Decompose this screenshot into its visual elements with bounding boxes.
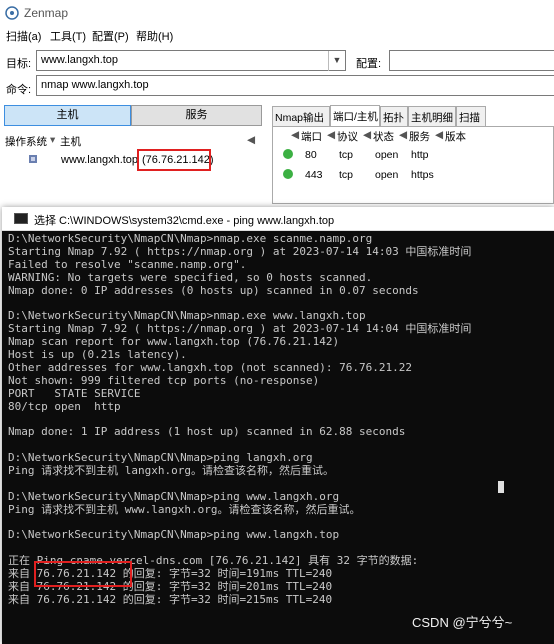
port-row[interactable]: 443 tcp open https — [273, 167, 553, 185]
port-number: 443 — [305, 169, 323, 181]
console-line: Failed to resolve "scanme.namp.org". — [8, 258, 247, 271]
port-protocol: tcp — [339, 169, 354, 181]
console-line: WARNING: No targets were specified, so 0… — [8, 271, 373, 284]
cmd-window: 选择 C:\WINDOWS\system32\cmd.exe - ping ww… — [2, 207, 554, 644]
menu-tools[interactable]: 工具(T) — [50, 28, 86, 44]
services-button[interactable]: 服务 — [131, 105, 262, 126]
console-line: Ping 请求找不到主机 www.langxh.org。请检查该名称，然后重试。 — [8, 503, 361, 516]
highlight-box-host-ip — [137, 149, 211, 171]
highlight-box-reply-ip — [34, 561, 132, 587]
target-value: www.langxh.top — [41, 54, 119, 66]
console-output[interactable]: D:\NetworkSecurity\NmapCN\Nmap>nmap.exe … — [8, 233, 552, 607]
port-number: 80 — [305, 149, 317, 161]
chevron-down-icon[interactable]: ▼ — [328, 51, 345, 71]
console-line: D:\NetworkSecurity\NmapCN\Nmap>ping www.… — [8, 490, 340, 503]
console-line: 来自 76.76.21.142 的回复: 字节=32 时间=215ms TTL=… — [8, 593, 333, 606]
console-line: Nmap done: 0 IP addresses (0 hosts up) s… — [8, 284, 419, 297]
port-state: open — [375, 169, 399, 181]
target-input[interactable]: www.langxh.top ▼ — [36, 50, 346, 71]
tab-host-details[interactable]: 主机明细 — [408, 106, 456, 126]
zenmap-titlebar: Zenmap — [0, 0, 554, 26]
console-line: Other addresses for www.langxh.top (not … — [8, 361, 412, 374]
console-line: D:\NetworkSecurity\NmapCN\Nmap>ping lang… — [8, 452, 313, 465]
open-status-icon — [283, 169, 293, 179]
profile-select[interactable] — [389, 50, 554, 71]
console-line: D:\NetworkSecurity\NmapCN\Nmap>nmap.exe … — [8, 233, 373, 245]
port-service: https — [411, 169, 434, 181]
console-line: Host is up (0.21s latency). — [8, 349, 187, 362]
console-line: Starting Nmap 7.92 ( https://nmap.org ) … — [8, 245, 472, 258]
cmd-app-icon — [14, 213, 28, 224]
open-status-icon — [283, 149, 293, 159]
console-line: Nmap done: 1 IP address (1 host up) scan… — [8, 426, 406, 439]
text-cursor — [498, 481, 504, 493]
console-line: Ping 请求找不到主机 langxh.org。请检查该名称，然后重试。 — [8, 465, 334, 478]
console-line: PORT STATE SERVICE — [8, 387, 141, 400]
console-line: 80/tcp open http — [8, 400, 121, 413]
port-protocol: tcp — [339, 149, 354, 161]
console-line: D:\NetworkSecurity\NmapCN\Nmap>nmap.exe … — [8, 310, 366, 323]
menubar: 扫描(a) 工具(T) 配置(P) 帮助(H) — [0, 26, 554, 44]
console-line: Starting Nmap 7.92 ( https://nmap.org ) … — [8, 323, 472, 336]
console-line: D:\NetworkSecurity\NmapCN\Nmap>ping www.… — [8, 529, 340, 542]
console-line: Not shown: 999 filtered tcp ports (no-re… — [8, 374, 320, 387]
host-column-header[interactable]: 主机 — [60, 134, 81, 149]
tab-topology[interactable]: 拓扑 — [380, 106, 408, 126]
target-label: 目标: — [6, 58, 32, 70]
sort-arrow-icon: ◀ — [399, 129, 408, 141]
port-row[interactable]: 80 tcp open http — [273, 147, 553, 165]
state-header[interactable]: 状态 — [373, 129, 394, 144]
profile-label: 配置: — [356, 58, 382, 70]
menu-help[interactable]: 帮助(H) — [136, 28, 173, 44]
unknown-os-icon — [29, 155, 37, 163]
protocol-header[interactable]: 协议 — [337, 129, 358, 144]
port-header[interactable]: 端口 — [301, 129, 322, 144]
sort-arrow-icon: ◀ — [327, 129, 336, 141]
sort-arrow-icon: ◀ — [291, 129, 300, 141]
menu-profile[interactable]: 配置(P) — [92, 28, 129, 44]
command-label: 命令: — [6, 84, 32, 96]
ports-pane: ◀ 端口 ◀ 协议 ◀ 状态 ◀ 服务 ◀ 版本 80 tcp open htt… — [272, 126, 554, 204]
host-service-toggle: 主机 服务 — [4, 105, 262, 127]
window-title: Zenmap — [24, 6, 69, 20]
tab-scans[interactable]: 扫描 — [456, 106, 486, 126]
menu-scan[interactable]: 扫描(a) — [6, 28, 41, 44]
host-row[interactable]: www.langxh.top (76.76.21.142) — [4, 150, 262, 170]
console-line: Nmap scan report for www.langxh.top (76.… — [8, 336, 340, 349]
target-row: 目标: www.langxh.top ▼ 配置: — [0, 48, 554, 74]
result-tabs: Nmap输出 端口/主机 拓扑 主机明细 扫描 — [272, 105, 554, 126]
host-name: www.langxh.top — [61, 154, 139, 166]
sort-arrow-icon: ◀ — [435, 129, 444, 141]
host-list-pane: 操作系统 ▾ 主机 ◀ www.langxh.top (76.76.21.142… — [4, 132, 262, 202]
tab-nmap-output[interactable]: Nmap输出 — [272, 106, 330, 126]
port-state: open — [375, 149, 399, 161]
collapse-arrow-icon[interactable]: ◀ — [247, 134, 255, 146]
cmd-title: 选择 C:\WINDOWS\system32\cmd.exe - ping ww… — [34, 215, 335, 227]
watermark: CSDN @宁兮兮~ — [412, 615, 513, 630]
version-header[interactable]: 版本 — [445, 129, 466, 144]
sort-arrow-icon: ◀ — [363, 129, 372, 141]
os-column-header[interactable]: 操作系统 — [5, 134, 47, 149]
sort-arrow-icon: ▾ — [50, 134, 56, 146]
tab-ports-hosts[interactable]: 端口/主机 — [330, 105, 380, 126]
hosts-button[interactable]: 主机 — [4, 105, 131, 126]
port-service: http — [411, 149, 429, 161]
zenmap-app-icon — [5, 6, 19, 20]
cmd-titlebar: 选择 C:\WINDOWS\system32\cmd.exe - ping ww… — [2, 207, 554, 231]
command-input[interactable]: nmap www.langxh.top — [36, 75, 554, 96]
service-header[interactable]: 服务 — [409, 129, 430, 144]
command-value: nmap www.langxh.top — [41, 79, 149, 91]
